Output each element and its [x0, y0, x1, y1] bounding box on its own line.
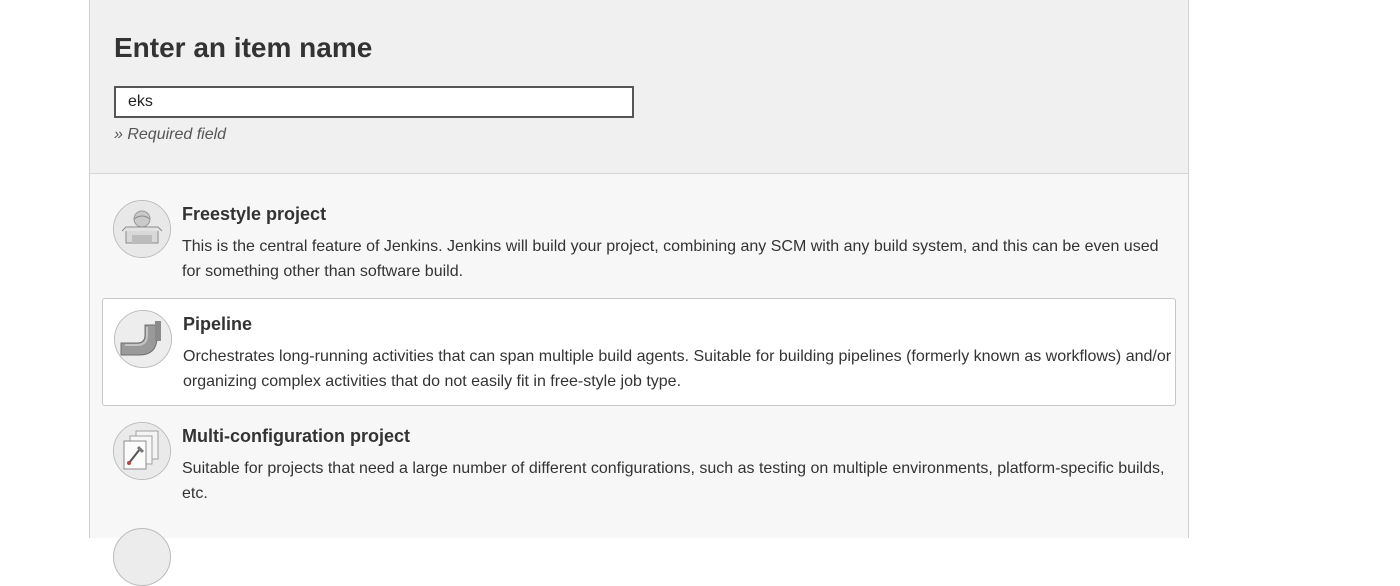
- multi-configuration-icon: [113, 422, 171, 480]
- next-item-type-icon: [113, 528, 171, 586]
- item-type-name: Multi-configuration project: [182, 426, 410, 446]
- page-title: Enter an item name: [114, 32, 373, 63]
- required-field-note: » Required field: [114, 126, 227, 143]
- item-type-description: This is the central feature of Jenkins. …: [182, 238, 1159, 280]
- pipeline-icon: [114, 310, 172, 368]
- new-item-panel: Enter an item name » Required field Free…: [89, 0, 1189, 586]
- item-type-description: Orchestrates long-running activities tha…: [183, 348, 1172, 390]
- item-type-name: Freestyle project: [182, 204, 327, 224]
- item-type-pipeline[interactable]: Pipeline Orchestrates long-running activ…: [102, 298, 1176, 406]
- item-type-freestyle-project[interactable]: Freestyle project This is the central fe…: [102, 200, 1176, 308]
- freestyle-project-icon: [113, 200, 171, 258]
- item-name-input[interactable]: [114, 86, 634, 118]
- item-name-section: Enter an item name » Required field: [90, 0, 1188, 174]
- item-type-multi-configuration-project[interactable]: Multi-configuration project Suitable for…: [102, 422, 1176, 530]
- item-type-name: Pipeline: [183, 314, 253, 334]
- item-type-description: Suitable for projects that need a large …: [182, 460, 1165, 502]
